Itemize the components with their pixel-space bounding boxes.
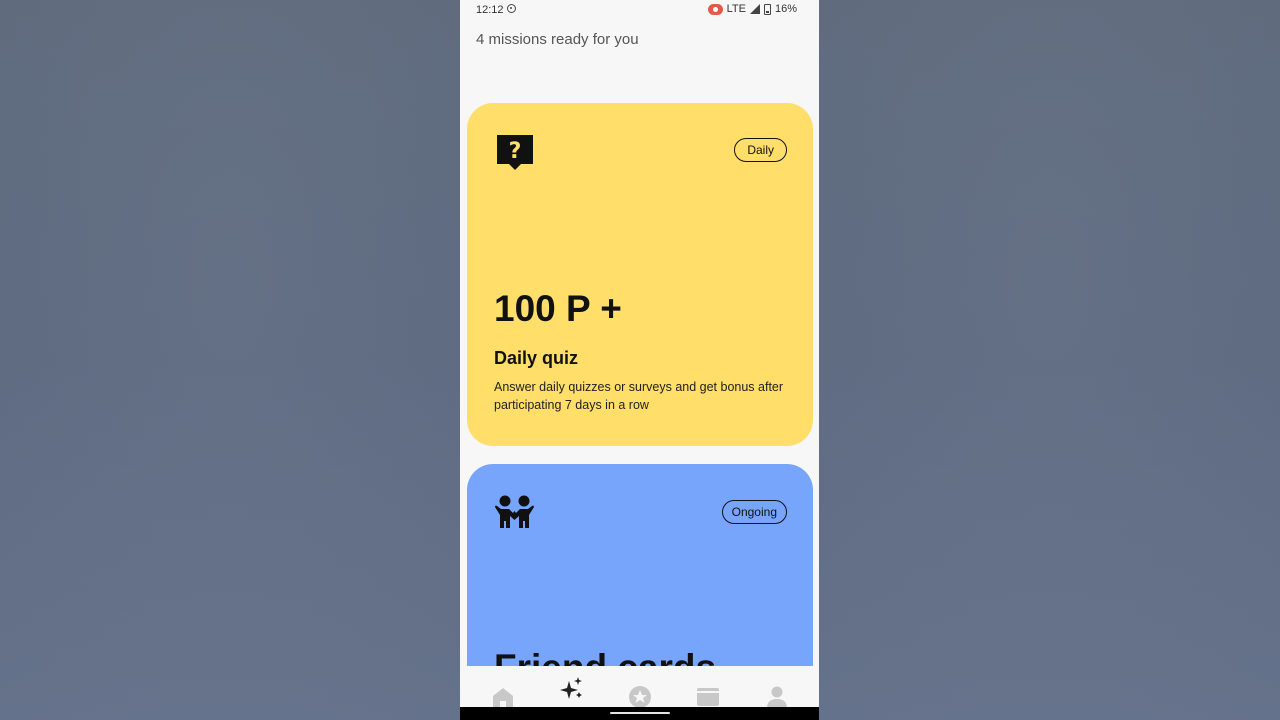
quiz-question-icon: ?: [497, 135, 533, 170]
battery-icon: [763, 3, 771, 15]
mission-description: Answer daily quizzes or surveys and get …: [494, 380, 784, 412]
phone-screen: 12:12 LTE 16% 4 missions ready for you ?…: [460, 0, 819, 720]
network-label: LTE: [726, 3, 746, 15]
battery-level: 16%: [774, 3, 797, 15]
friends-icon: [495, 495, 534, 528]
status-icons: LTE 16%: [707, 3, 797, 15]
gesture-handle[interactable]: [610, 712, 670, 714]
profile-icon: [767, 686, 787, 708]
nav-home[interactable]: [483, 666, 523, 708]
video-background-left: [0, 0, 460, 720]
nav-rewards[interactable]: [620, 666, 660, 708]
screen-record-indicator-icon: [507, 4, 516, 13]
points-reward: 100 P +: [494, 288, 622, 329]
star-badge-icon: [629, 686, 651, 708]
status-badge: Daily: [734, 138, 787, 162]
mission-title: Daily quiz: [494, 348, 579, 368]
home-icon: [493, 688, 513, 708]
video-background-right: [819, 0, 1280, 720]
recording-icon: [707, 3, 723, 15]
gesture-navigation-bar: [460, 707, 819, 720]
status-time: 12:12: [476, 4, 504, 16]
status-bar: 12:12 LTE 16%: [460, 0, 819, 20]
svg-text:?: ?: [509, 139, 522, 164]
nav-wallet[interactable]: [688, 666, 728, 708]
nav-profile[interactable]: [757, 666, 797, 708]
bottom-navigation: [460, 666, 819, 708]
sparkle-icon: [560, 677, 582, 699]
wallet-icon: [697, 688, 719, 706]
mission-card-daily-quiz[interactable]: ? Daily 100 P + Daily quiz Answer daily …: [467, 103, 813, 446]
missions-subtitle: 4 missions ready for you: [476, 31, 639, 48]
status-badge: Ongoing: [721, 500, 787, 524]
nav-missions[interactable]: [551, 666, 591, 708]
signal-icon: [749, 4, 760, 14]
mission-card-friend-cards[interactable]: Ongoing Friend cards: [467, 464, 813, 694]
